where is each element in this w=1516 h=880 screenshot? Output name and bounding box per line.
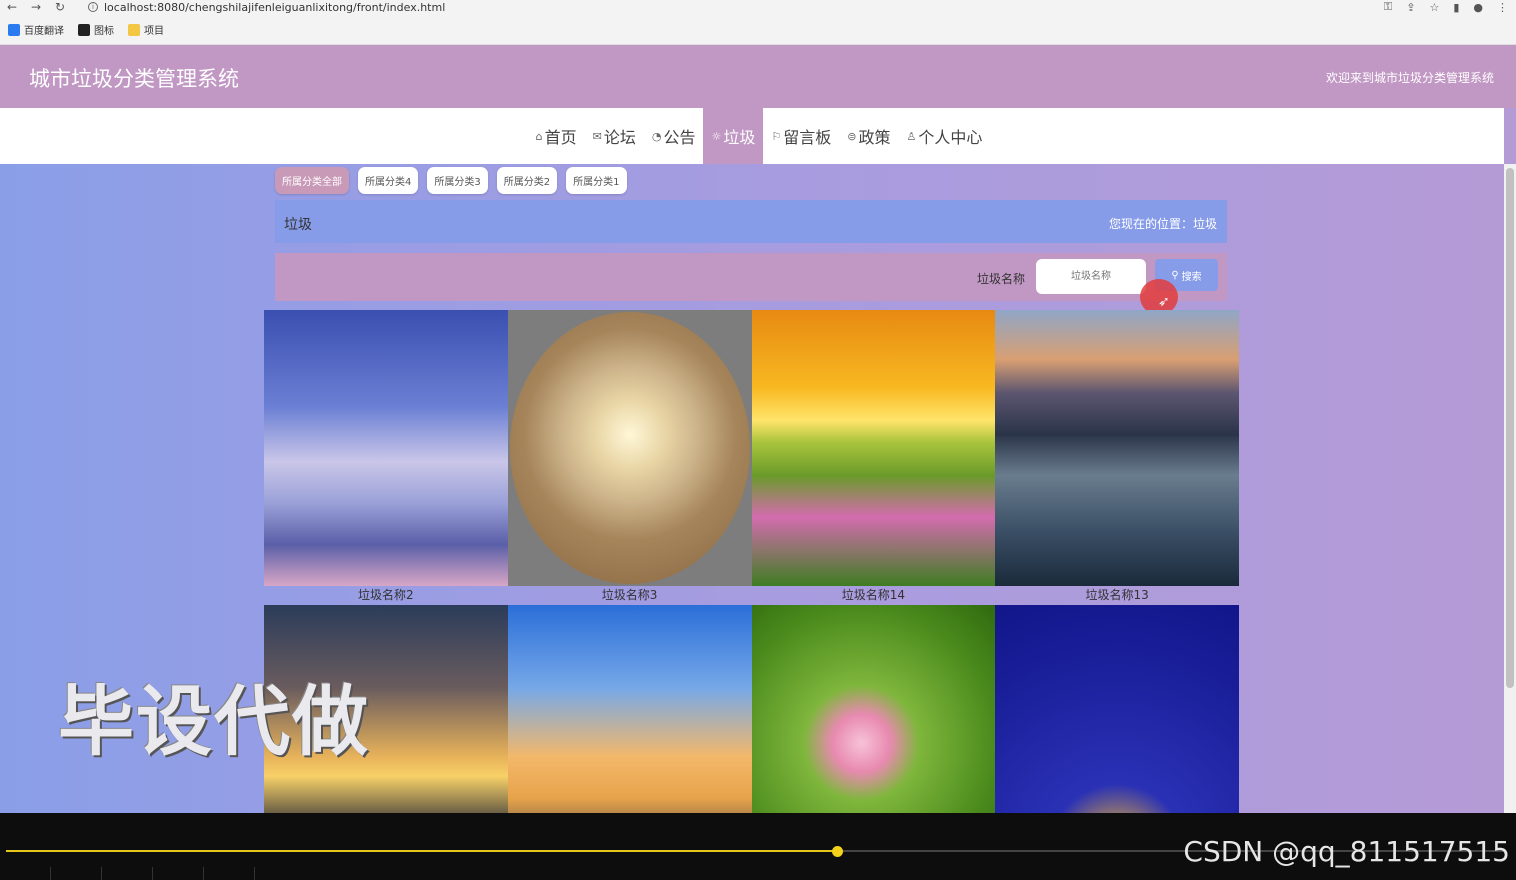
image-icon — [78, 23, 90, 36]
item-name[interactable]: 垃圾名称3 — [508, 586, 752, 605]
bookmark-label: 图标 — [94, 26, 114, 37]
reload-icon[interactable]: ↻ — [48, 0, 72, 14]
bookmark-item[interactable]: 图标 — [78, 22, 114, 37]
address-bar[interactable]: i localhost:8080/chengshilajifenleiguanl… — [88, 1, 445, 14]
filter-chip-all[interactable]: 所属分类全部 — [275, 167, 349, 194]
site-title: 城市垃圾分类管理系统 — [29, 67, 239, 91]
player-divider — [203, 867, 204, 880]
item-image[interactable] — [995, 310, 1239, 586]
url-text[interactable]: localhost:8080/chengshilajifenleiguanlix… — [104, 1, 445, 14]
item-image[interactable] — [507, 605, 752, 813]
forward-icon[interactable]: → — [24, 0, 48, 14]
info-icon[interactable]: i — [88, 2, 98, 12]
key-icon[interactable]: ⚿ — [1384, 0, 1392, 14]
clock-icon: ◔ — [651, 129, 662, 143]
location-text: 您现在的位置：垃圾 — [1108, 217, 1217, 231]
item-image[interactable] — [995, 605, 1239, 813]
item-name[interactable]: 垃圾名称13 — [995, 586, 1239, 605]
progress-knob[interactable] — [832, 846, 844, 857]
browser-chrome: ← → ↻ i localhost:8080/chengshilajifenle… — [0, 0, 1516, 45]
search-icon: ⚲ — [1171, 269, 1179, 281]
item-card[interactable]: 垃圾名称2 — [264, 310, 508, 605]
browser-actions: ⚿ ⇪ ☆ ▮ ● ⋮ — [1384, 0, 1508, 14]
player-divider — [50, 867, 51, 880]
bookmark-item[interactable]: 百度翻译 — [8, 22, 64, 37]
image-disc — [509, 312, 750, 584]
item-image[interactable] — [751, 310, 996, 586]
nav-label: 论坛 — [603, 128, 636, 147]
item-card[interactable] — [995, 605, 1239, 813]
profile-icon[interactable]: ● — [1473, 1, 1483, 14]
category-filters: 所属分类全部 所属分类4 所属分类3 所属分类2 所属分类1 — [275, 167, 627, 194]
nav-item-policy[interactable]: ⊜ 政策 — [839, 108, 898, 164]
player-divider — [152, 867, 153, 880]
main-nav: ⌂ 首页 ✉ 论坛 ◔ 公告 ☼ 垃圾 ⚐ 留言板 ⊜ 政策 ♙ 个人中心 — [0, 108, 1504, 164]
nav-label: 个人中心 — [918, 128, 983, 147]
back-icon[interactable]: ← — [0, 0, 24, 14]
more-icon[interactable]: ⋮ — [1497, 1, 1508, 14]
search-panel: 垃圾名称 ⚲ 搜索 — [275, 253, 1227, 301]
nav-label: 留言板 — [783, 128, 832, 147]
sidepanel-icon[interactable]: ▮ — [1453, 1, 1459, 14]
cursor-arrow-icon: ➶ — [1158, 294, 1170, 310]
video-player-bar: CSDN @qq_811517515 — [0, 813, 1516, 880]
nav-item-profile[interactable]: ♙ 个人中心 — [898, 108, 990, 164]
item-image[interactable] — [264, 310, 508, 586]
breadcrumb: 垃圾 您现在的位置：垃圾 — [275, 200, 1227, 243]
filter-chip[interactable]: 所属分类2 — [496, 167, 558, 194]
share-icon[interactable]: ⇪ — [1406, 1, 1415, 14]
search-label: 垃圾名称 — [977, 272, 1026, 286]
scrollbar[interactable] — [1504, 164, 1516, 813]
item-name[interactable]: 垃圾名称2 — [264, 586, 508, 605]
filter-chip[interactable]: 所属分类1 — [566, 167, 627, 194]
watermark: 毕设代做 — [58, 677, 370, 766]
item-card[interactable]: 垃圾名称3 — [507, 310, 752, 605]
filter-chip[interactable]: 所属分类4 — [358, 167, 419, 194]
item-image[interactable] — [507, 310, 752, 586]
star-icon[interactable]: ☆ — [1429, 1, 1439, 14]
item-grid: 垃圾名称2 垃圾名称3 垃圾名称14 垃圾名称13 — [264, 310, 1239, 813]
flag-icon: ⚐ — [771, 129, 782, 143]
sun-icon: ☼ — [711, 129, 722, 143]
item-card[interactable] — [751, 605, 996, 813]
nav-label: 公告 — [663, 128, 696, 147]
nav-label: 垃圾 — [723, 128, 756, 147]
scrollbar-thumb[interactable] — [1506, 168, 1514, 688]
bookmark-item[interactable]: 项目 — [128, 22, 164, 37]
user-icon: ♙ — [906, 129, 917, 143]
address-row: ← → ↻ i localhost:8080/chengshilajifenle… — [0, 0, 1516, 14]
site-header: 城市垃圾分类管理系统 欢迎来到城市垃圾分类管理系统 — [0, 45, 1516, 108]
nav-item-home[interactable]: ⌂ 首页 — [528, 108, 585, 164]
home-icon: ⌂ — [535, 129, 543, 143]
bookmarks-bar: 百度翻译 图标 项目 — [8, 22, 164, 37]
folder-icon — [128, 23, 140, 36]
nav-label: 首页 — [544, 128, 577, 147]
nav-menu: ⌂ 首页 ✉ 论坛 ◔ 公告 ☼ 垃圾 ⚐ 留言板 ⊜ 政策 ♙ 个人中心 — [528, 108, 991, 164]
page-title: 垃圾 — [284, 217, 312, 233]
progress-fill — [6, 850, 838, 852]
nav-label: 政策 — [858, 128, 891, 147]
welcome-text: 欢迎来到城市垃圾分类管理系统 — [1325, 71, 1494, 85]
page-viewport: 城市垃圾分类管理系统 欢迎来到城市垃圾分类管理系统 ⌂ 首页 ✉ 论坛 ◔ 公告 ☼ 垃… — [0, 45, 1516, 813]
player-divider — [101, 867, 102, 880]
nav-item-notice[interactable]: ◔ 公告 — [644, 108, 704, 164]
nav-item-forum[interactable]: ✉ 论坛 — [585, 108, 644, 164]
mail-icon: ✉ — [592, 129, 602, 143]
bookmark-label: 项目 — [144, 26, 164, 37]
item-image[interactable] — [751, 605, 996, 813]
policy-icon: ⊜ — [847, 129, 857, 143]
item-name[interactable]: 垃圾名称14 — [752, 586, 996, 605]
item-card[interactable]: 垃圾名称14 — [751, 310, 996, 605]
item-card[interactable]: 垃圾名称13 — [995, 310, 1239, 605]
item-card[interactable] — [507, 605, 752, 813]
csdn-watermark: CSDN @qq_811517515 — [1183, 835, 1510, 868]
translate-icon — [8, 23, 20, 36]
search-button-label: 搜索 — [1181, 271, 1202, 283]
bookmark-label: 百度翻译 — [24, 26, 64, 37]
nav-item-messages[interactable]: ⚐ 留言板 — [763, 108, 839, 164]
nav-item-garbage[interactable]: ☼ 垃圾 — [703, 108, 764, 164]
player-divider — [254, 867, 255, 880]
search-input[interactable] — [1036, 259, 1146, 294]
filter-chip[interactable]: 所属分类3 — [427, 167, 488, 194]
